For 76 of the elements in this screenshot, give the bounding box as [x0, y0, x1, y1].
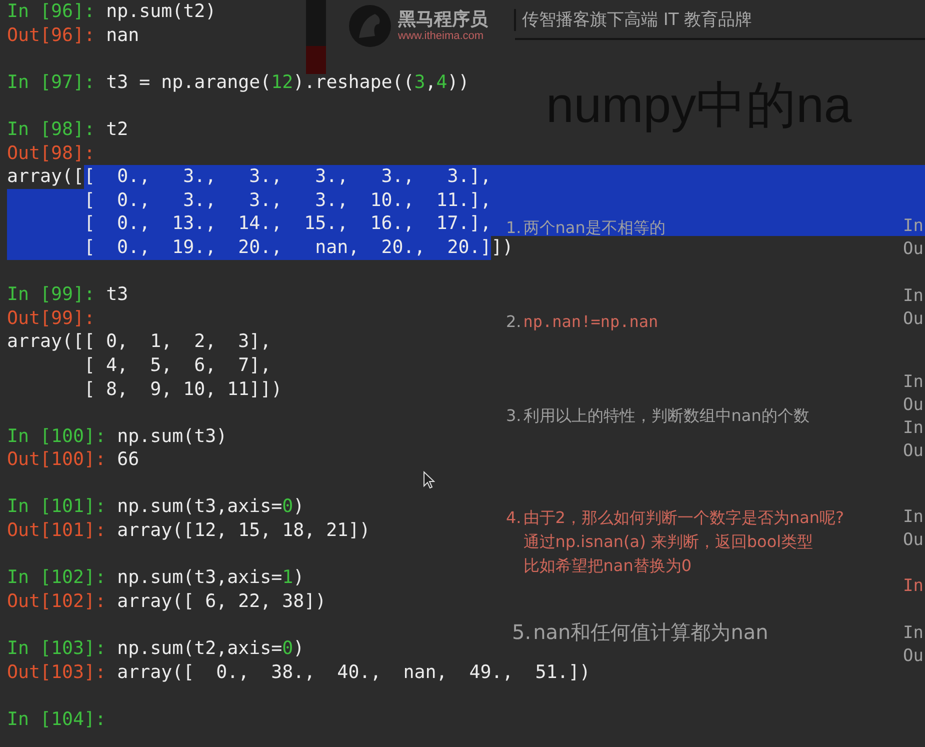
code-number: 1	[282, 566, 294, 590]
code-text: 66	[117, 448, 140, 472]
logo-url: www.itheima.com	[398, 30, 484, 42]
point-number: 4.	[506, 507, 522, 529]
code-number: 4	[436, 70, 448, 94]
point-text: 通过np.isnan(a) 来判断，返回bool类型	[523, 531, 814, 553]
code-text: np.sum(t3,axis=	[117, 495, 282, 520]
logo-name: 黑马程序员	[398, 8, 488, 31]
prompt-fragment: In	[903, 623, 924, 643]
input-prompt: In [100]:	[7, 424, 108, 448]
code-text: )	[293, 637, 304, 661]
code-text: np.sum(t3,axis=	[117, 566, 282, 590]
prompt-fragment: Ou	[903, 309, 924, 329]
output-prompt: Out[100]:	[7, 448, 108, 472]
code-text: ,	[425, 70, 436, 94]
code-text: t2	[106, 118, 128, 142]
output-prompt: Out[102]:	[7, 590, 108, 614]
input-prompt: In [103]:	[7, 637, 108, 661]
mouse-cursor-icon	[423, 471, 435, 489]
code-text: array([ 6, 22, 38])	[117, 590, 326, 614]
tagline: 传智播客旗下高端 IT 教育品牌	[522, 9, 752, 31]
output-prompt: Out[99]:	[7, 306, 96, 330]
point-text: nan和任何值计算都为nan	[533, 620, 768, 644]
prompt-fragment: Ou	[903, 395, 924, 415]
output-prompt: Out[98]:	[7, 142, 96, 166]
code-number: 0	[282, 637, 294, 661]
output-prompt: Out[103]:	[7, 660, 108, 684]
code-number: 12	[271, 70, 294, 94]
code-text: np.sum(t2)	[106, 0, 216, 24]
prompt-fragment: In	[903, 216, 924, 236]
input-prompt: In [98]:	[7, 118, 96, 142]
code-text: ).reshape((	[293, 70, 414, 94]
input-prompt: In [97]:	[7, 70, 96, 94]
point-text: 两个nan是不相等的	[523, 217, 666, 239]
input-prompt: In [96]:	[7, 0, 96, 24]
input-prompt: In [104]:	[7, 708, 106, 732]
code-text: array([	[7, 165, 84, 189]
selected-text: [ 0., 3., 3., 3., 10., 11.],	[7, 188, 925, 212]
selected-text: [ 0., 3., 3., 3., 3., 3.],	[84, 165, 925, 189]
code-text: array([ 0., 38., 40., nan, 49., 51.])	[117, 660, 590, 684]
code-text: )	[293, 566, 304, 590]
code-text: ))	[447, 70, 470, 94]
code-text: nan	[106, 24, 140, 48]
code-text: array([12, 15, 18, 21])	[117, 519, 370, 543]
prompt-fragment: In	[903, 576, 924, 596]
prompt-fragment: Ou	[903, 239, 924, 259]
prompt-fragment: Ou	[903, 441, 924, 461]
code-text: [ 4, 5, 6, 7],	[83, 354, 272, 378]
point-text: 利用以上的特性，判断数组中nan的个数	[523, 405, 810, 427]
prompt-fragment: Ou	[903, 530, 924, 550]
code-text: np.sum(t2,axis=	[117, 637, 282, 661]
point-text: np.nan!=np.nan	[523, 311, 658, 333]
prompt-fragment: In	[903, 507, 924, 527]
code-number: 0	[282, 495, 294, 520]
input-prompt: In [101]:	[7, 495, 108, 520]
prompt-fragment: In	[903, 418, 924, 438]
input-prompt: In [102]:	[7, 566, 108, 590]
input-prompt: In [99]:	[7, 283, 96, 307]
prompt-fragment: In	[903, 286, 924, 306]
code-text: )	[293, 495, 304, 520]
code-text: array([[ 0, 1, 2, 3],	[7, 330, 272, 354]
point-text: 比如希望把nan替换为0	[523, 555, 693, 577]
code-text: t3 = np.arange(	[106, 70, 272, 94]
output-prompt: Out[101]:	[7, 519, 108, 543]
code-text: np.sum(t3)	[117, 424, 228, 448]
point-number: 3.	[506, 405, 522, 427]
code-text: t3	[106, 283, 128, 307]
code-text: [ 8, 9, 10, 11]])	[83, 378, 282, 402]
prompt-fragment: Ou	[903, 646, 924, 666]
point-number: 2.	[506, 311, 522, 333]
output-prompt: Out[96]:	[7, 24, 96, 48]
selected-text: [ 0., 19., 20., nan, 20., 20.]	[7, 236, 492, 260]
point-text: 由于2，那么如何判断一个数字是否为nan呢?	[523, 507, 844, 529]
point-number: 5.	[512, 620, 532, 644]
code-number: 3	[414, 70, 426, 94]
prompt-fragment: In	[903, 372, 924, 392]
